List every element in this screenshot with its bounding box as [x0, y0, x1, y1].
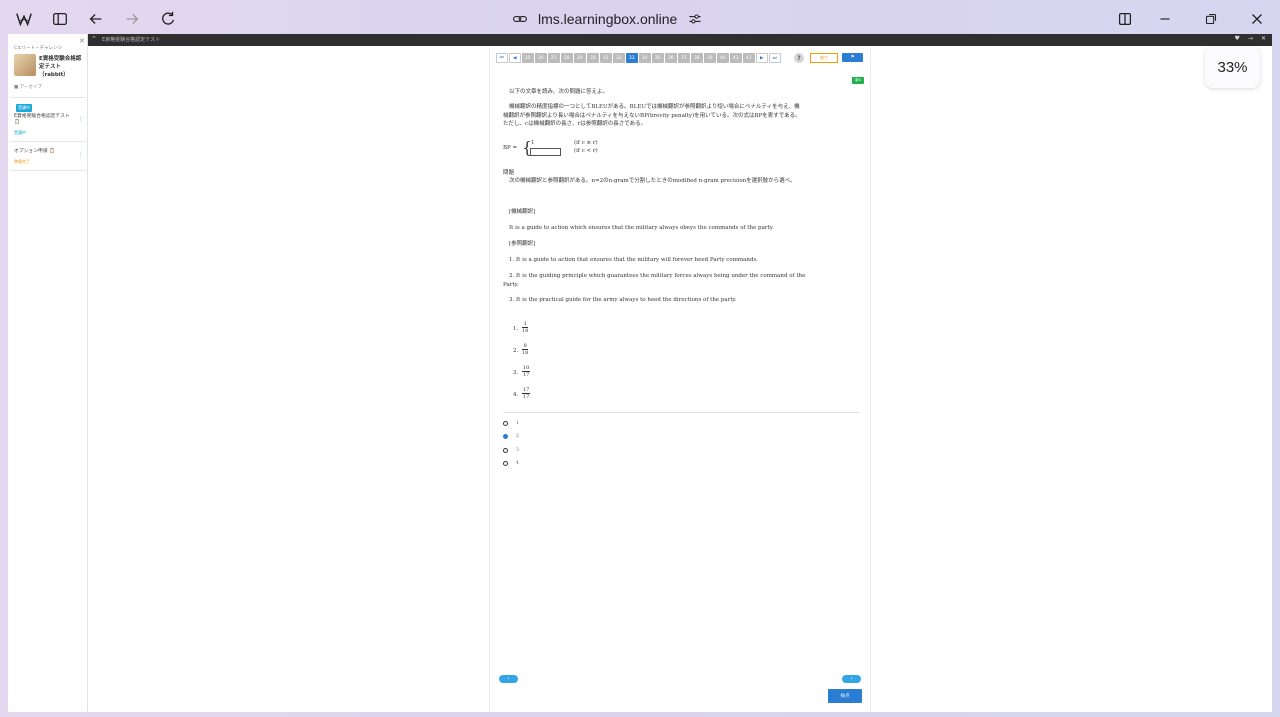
page-button[interactable]: 32 [613, 53, 625, 63]
radio-button[interactable] [503, 461, 508, 466]
page-button[interactable]: 34 [639, 53, 651, 63]
question-navigator: ⏮ ◀ 25 26 27 28 29 30 31 32 33 34 35 36 … [496, 53, 781, 63]
course-sidebar: ✕ Cエリート・チャレンジ E資格受験合格認定テスト（rabbit） ■ アーカ… [8, 34, 88, 712]
option-fraction: 8 18 [522, 343, 529, 356]
ref-text: 3. It is the practical guide for the arm… [509, 297, 737, 303]
option-number: 2. [513, 348, 519, 354]
site-settings-icon[interactable] [687, 11, 703, 27]
sidebar-item-test[interactable]: E資格受験合格認定テスト 📋 [14, 114, 76, 126]
option-fraction: 17 17 [522, 387, 531, 400]
option-number: 1. [513, 326, 519, 332]
last-page-button[interactable]: ⏭ [769, 53, 781, 63]
ref-label: [参照翻訳] [509, 241, 536, 247]
restore-icon[interactable] [1201, 9, 1221, 29]
course-thumbnail [14, 54, 36, 76]
collapse-icon[interactable]: ⌃ [91, 35, 97, 43]
blank-box [530, 148, 561, 156]
close-icon[interactable] [1247, 9, 1267, 29]
radio-button-checked[interactable] [503, 434, 508, 439]
divider [10, 97, 86, 98]
radio-button[interactable] [503, 421, 508, 426]
back-icon[interactable] [86, 9, 106, 29]
option-fraction: 10 17 [522, 365, 531, 378]
zoom-indicator: 33% [1205, 46, 1260, 88]
link-icon [513, 16, 527, 22]
close-icon[interactable]: ✕ [1261, 35, 1266, 42]
answer-choice[interactable]: 4 [503, 461, 519, 466]
forward-icon[interactable] [122, 9, 142, 29]
page-button[interactable]: 31 [600, 53, 612, 63]
minimize-icon[interactable] [1155, 9, 1175, 29]
option-fraction: 1 18 [522, 321, 529, 334]
answer-choice[interactable]: 3 [503, 448, 519, 453]
next-question-button[interactable]: › [842, 675, 861, 683]
divider [10, 170, 86, 171]
flag-button[interactable]: ⚑ [842, 53, 863, 62]
mt-text: It is a guide to action which ensures th… [509, 225, 774, 231]
next-page-button[interactable]: ▶ [756, 53, 768, 63]
radio-button[interactable] [503, 448, 508, 453]
status-badge: 受講中 [16, 104, 32, 112]
page-viewport: ⌃ E資格受験合格認定テスト ♥ → ✕ ✕ Cエリート・チャレンジ E資格受験… [8, 34, 1272, 712]
browser-toolbar: lms.learningbox.online [0, 0, 1280, 38]
reload-icon[interactable] [158, 9, 178, 29]
review-later-button[interactable]: 後で [810, 53, 838, 63]
option-number: 3. [513, 370, 519, 376]
breadcrumb: E資格受験合格認定テスト [102, 37, 161, 43]
page-button[interactable]: 30 [587, 53, 599, 63]
bp-formula: BP = { 1 (if c ≥ r) (if c < r) [503, 138, 598, 157]
ref-text: 2. It is the guiding principle which gua… [503, 273, 806, 288]
first-page-button[interactable]: ⏮ [496, 53, 508, 63]
more-icon[interactable]: ⋮ [78, 116, 84, 123]
mt-label: [機械翻訳] [509, 209, 536, 215]
close-icon[interactable]: ✕ [79, 37, 85, 45]
heart-icon[interactable]: ♥ [1235, 35, 1240, 42]
submit-button[interactable]: 採点 [828, 689, 862, 703]
page-button[interactable]: 27 [548, 53, 560, 63]
course-header-bar: ⌃ E資格受験合格認定テスト ♥ → ✕ [88, 34, 1272, 46]
course-meta: ■ アーカイブ [14, 85, 42, 90]
divider [10, 141, 86, 142]
help-icon[interactable]: ? [794, 53, 804, 63]
question-intro: 以下の文章を読み、次の問題に答えよ。 [509, 89, 609, 95]
problem-text: 次の機械翻訳と参照翻訳がある。n=2のn-gramで分割したときのmodifie… [509, 178, 796, 184]
address-bar[interactable]: lms.learningbox.online [512, 8, 712, 30]
sidebar-item-status: 受講中 [14, 130, 26, 135]
prev-question-button[interactable]: ‹ [499, 675, 518, 683]
more-icon[interactable]: ⋮ [78, 151, 84, 158]
page-button[interactable]: 37 [678, 53, 690, 63]
split-view-icon[interactable] [1115, 9, 1135, 29]
prev-page-button[interactable]: ◀ [509, 53, 521, 63]
page-button-active[interactable]: 33 [626, 53, 638, 63]
page-button[interactable]: 26 [535, 53, 547, 63]
page-button[interactable]: 41 [730, 53, 742, 63]
answer-choice[interactable]: 1 [503, 421, 519, 426]
page-button[interactable]: 39 [704, 53, 716, 63]
answer-choice[interactable]: 2 [503, 434, 519, 439]
page-button[interactable]: 35 [652, 53, 664, 63]
url-text: lms.learningbox.online [538, 11, 678, 27]
arrow-right-icon[interactable]: → [1248, 35, 1253, 42]
exam-panel: ⏮ ◀ 25 26 27 28 29 30 31 32 33 34 35 36 … [489, 48, 871, 712]
page-button[interactable]: 25 [522, 53, 534, 63]
question-paragraph: 機械翻訳の精度指標の一つとしてBLEUがある。BLEUでは機械翻訳が参照翻訳より… [503, 104, 801, 127]
page-button[interactable]: 40 [717, 53, 729, 63]
question-badge: 新4 [852, 77, 864, 84]
page-button[interactable]: 42 [743, 53, 755, 63]
page-button[interactable]: 36 [665, 53, 677, 63]
divider [503, 412, 859, 413]
page-button[interactable]: 29 [574, 53, 586, 63]
ref-text: 1. It is a guide to action that ensures … [509, 257, 759, 263]
sidebar-item-status: 準備完了 [14, 159, 30, 164]
page-button[interactable]: 38 [691, 53, 703, 63]
course-title: E資格受験合格認定テスト（rabbit） [39, 56, 82, 78]
sidebar-toggle-icon[interactable] [50, 9, 70, 29]
sidebar-item-option[interactable]: オプション申請 📋 [14, 149, 76, 155]
header-actions: ♥ → ✕ [1235, 35, 1266, 42]
option-number: 4. [513, 392, 519, 398]
sidebar-top-label: Cエリート・チャレンジ [14, 46, 63, 51]
browser-logo-icon[interactable] [14, 9, 34, 29]
page-button[interactable]: 28 [561, 53, 573, 63]
